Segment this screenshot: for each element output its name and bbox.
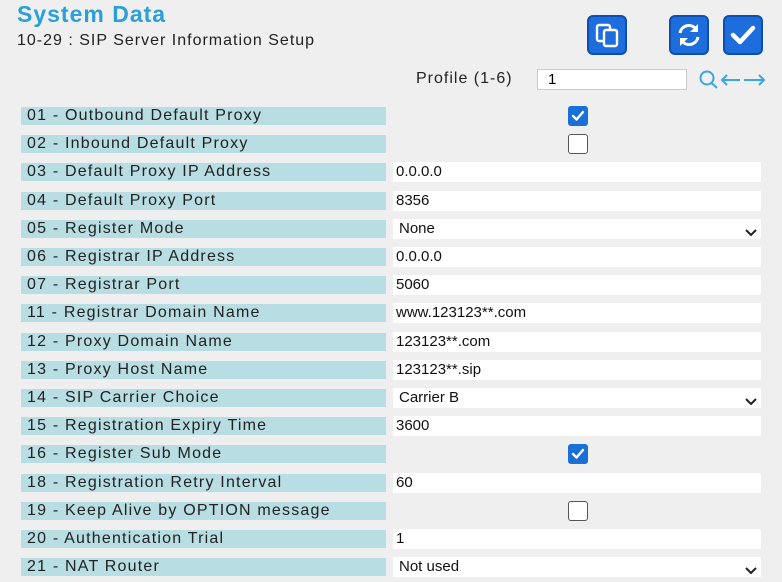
setting-row: 11 - Registrar Domain Name (0, 302, 782, 324)
setting-row: 04 - Default Proxy Port (0, 190, 782, 212)
setting-text-input[interactable] (393, 275, 761, 295)
setting-row: 06 - Registrar IP Address (0, 246, 782, 268)
setting-label: 05 - Register Mode (21, 220, 386, 238)
setting-select[interactable]: Carrier B (393, 388, 761, 408)
page-subtitle: 10-29 : SIP Server Information Setup (17, 32, 316, 49)
setting-text-input[interactable] (393, 529, 761, 549)
setting-label: 04 - Default Proxy Port (21, 192, 386, 210)
setting-label: 15 - Registration Expiry Time (21, 417, 386, 435)
setting-checkbox[interactable] (568, 444, 588, 464)
setting-label: 03 - Default Proxy IP Address (21, 163, 386, 181)
setting-text-input[interactable] (393, 191, 761, 211)
check-icon (730, 25, 756, 45)
setting-label: 19 - Keep Alive by OPTION message (21, 502, 386, 520)
select-value: Carrier B (399, 389, 460, 406)
setting-text-input[interactable] (393, 303, 761, 323)
setting-row: 02 - Inbound Default Proxy (0, 133, 782, 155)
setting-row: 18 - Registration Retry Interval (0, 472, 782, 494)
profile-input[interactable] (537, 69, 687, 90)
refresh-icon (678, 24, 700, 46)
setting-row: 05 - Register Mode None (0, 218, 782, 240)
setting-label: 13 - Proxy Host Name (21, 361, 386, 379)
setting-checkbox[interactable] (568, 501, 588, 521)
setting-label: 21 - NAT Router (21, 558, 386, 576)
setting-checkbox[interactable] (568, 134, 588, 154)
arrow-left-icon[interactable] (720, 74, 740, 86)
setting-label: 06 - Registrar IP Address (21, 248, 386, 266)
setting-text-input[interactable] (393, 247, 761, 267)
copy-button[interactable] (587, 15, 627, 55)
setting-row: 19 - Keep Alive by OPTION message (0, 500, 782, 522)
setting-label: 18 - Registration Retry Interval (21, 474, 386, 492)
setting-label: 12 - Proxy Domain Name (21, 333, 386, 351)
setting-row: 13 - Proxy Host Name (0, 359, 782, 381)
setting-row: 14 - SIP Carrier Choice Carrier B (0, 387, 782, 409)
select-value: None (399, 220, 435, 237)
setting-label: 02 - Inbound Default Proxy (21, 135, 386, 153)
setting-row: 03 - Default Proxy IP Address (0, 161, 782, 183)
setting-text-input[interactable] (393, 473, 761, 493)
setting-row: 21 - NAT Router Not used (0, 556, 782, 578)
setting-row: 15 - Registration Expiry Time (0, 415, 782, 437)
setting-label: 11 - Registrar Domain Name (21, 304, 386, 322)
chevron-down-icon (745, 393, 757, 413)
chevron-down-icon (745, 562, 757, 582)
checkmark-icon (571, 448, 585, 459)
setting-text-input[interactable] (393, 332, 761, 352)
setting-row: 16 - Register Sub Mode (0, 443, 782, 465)
checkmark-icon (571, 110, 585, 121)
setting-label: 20 - Authentication Trial (21, 530, 386, 548)
setting-checkbox[interactable] (568, 106, 588, 126)
setting-label: 16 - Register Sub Mode (21, 445, 386, 463)
setting-row: 12 - Proxy Domain Name (0, 331, 782, 353)
apply-button[interactable] (723, 15, 763, 55)
setting-select[interactable]: None (393, 219, 761, 239)
page-title: System Data (17, 1, 167, 27)
refresh-button[interactable] (669, 15, 709, 55)
copy-icon (595, 23, 619, 48)
arrow-right-icon[interactable] (744, 74, 766, 86)
search-icon[interactable] (699, 70, 718, 89)
profile-navigation (698, 68, 768, 92)
setting-label: 07 - Registrar Port (21, 276, 386, 294)
setting-text-input[interactable] (393, 162, 761, 182)
setting-text-input[interactable] (393, 416, 761, 436)
chevron-down-icon (745, 224, 757, 244)
setting-select[interactable]: Not used (393, 557, 761, 577)
setting-row: 20 - Authentication Trial (0, 528, 782, 550)
select-value: Not used (399, 558, 460, 575)
setting-text-input[interactable] (393, 360, 761, 380)
setting-row: 07 - Registrar Port (0, 274, 782, 296)
setting-label: 01 - Outbound Default Proxy (21, 107, 386, 125)
setting-row: 01 - Outbound Default Proxy (0, 105, 782, 127)
profile-label: Profile (1-6) (416, 70, 513, 87)
setting-label: 14 - SIP Carrier Choice (21, 389, 386, 407)
